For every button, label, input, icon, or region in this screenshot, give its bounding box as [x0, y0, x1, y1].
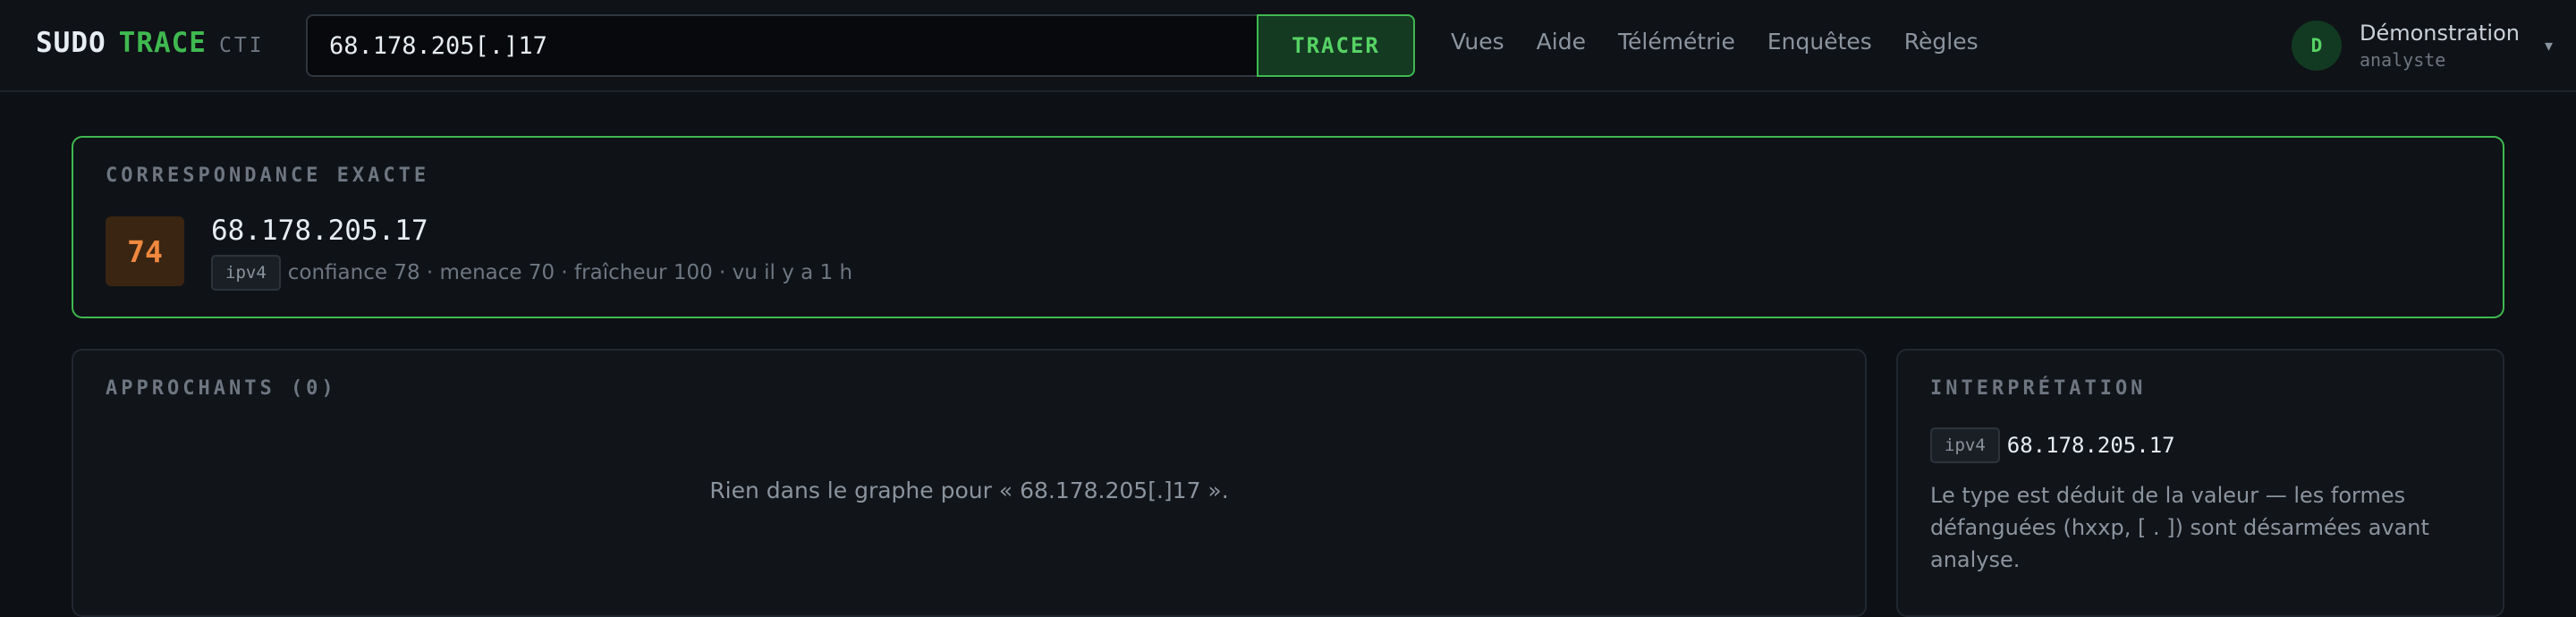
interpretation-description: Le type est déduit de la valeur — les fo…: [1930, 483, 2429, 572]
approaching-card: APPROCHANTS (0) Rien dans le graphe pour…: [72, 349, 1867, 617]
nav-item-telemetrie[interactable]: Télémétrie: [1618, 29, 1735, 63]
user-role: analyste: [2360, 49, 2446, 71]
trace-button[interactable]: TRACER: [1257, 14, 1415, 77]
approaching-title: APPROCHANTS (0): [106, 377, 337, 400]
type-tag: ipv4: [1930, 427, 2000, 463]
user-name: Démonstration: [2360, 21, 2520, 46]
match-stats: confiance 78 · menace 70 · fraîcheur 100…: [287, 261, 853, 284]
match-meta: ipv4 confiance 78 · menace 70 · fraîcheu…: [211, 254, 852, 292]
interpretation-value: 68.178.205.17: [2006, 433, 2175, 458]
nav-item-enquetes[interactable]: Enquêtes: [1767, 29, 1872, 63]
top-bar: SUDO TRACE CTI TRACER Vues Aide Télémétr…: [0, 0, 2576, 92]
brand-sudo: SUDO: [36, 27, 106, 59]
user-menu[interactable]: D Démonstration analyste ▾: [2292, 18, 2553, 73]
exact-match-title: CORRESPONDANCE EXACTE: [106, 165, 430, 187]
exact-match-card: CORRESPONDANCE EXACTE 74 68.178.205.17 i…: [72, 136, 2504, 318]
avatar: D: [2292, 21, 2342, 71]
empty-message: Rien dans le graphe pour « 68.178.205[.]…: [709, 478, 1229, 503]
chevron-down-icon[interactable]: ▾: [2545, 37, 2553, 55]
score-badge: 74: [106, 216, 184, 286]
brand-trace: TRACE: [118, 27, 207, 59]
brand-logo[interactable]: SUDO TRACE CTI: [36, 27, 265, 63]
type-tag: ipv4: [211, 255, 281, 291]
interpretation-card: INTERPRÉTATION ipv4 68.178.205.17 Le typ…: [1896, 349, 2504, 617]
main-nav: Vues Aide Télémétrie Enquêtes Règles: [1451, 29, 1979, 63]
nav-item-vues[interactable]: Vues: [1451, 29, 1504, 63]
user-info: Démonstration analyste: [2360, 21, 2520, 71]
interpretation-title: INTERPRÉTATION: [1930, 377, 2147, 400]
brand-cti: CTI: [218, 34, 265, 57]
nav-item-aide[interactable]: Aide: [1537, 29, 1586, 63]
match-value[interactable]: 68.178.205.17: [211, 215, 428, 247]
nav-item-regles[interactable]: Règles: [1904, 29, 1979, 63]
interpretation-row: ipv4 68.178.205.17: [1930, 427, 2175, 463]
search-input[interactable]: [306, 14, 1257, 77]
search-bar: TRACER: [306, 14, 1415, 77]
